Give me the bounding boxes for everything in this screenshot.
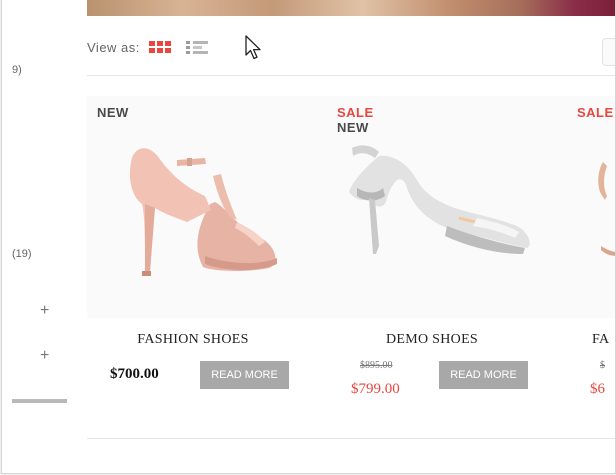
sale-badge: SALE <box>337 105 374 120</box>
product-image[interactable] <box>87 96 327 318</box>
product-card[interactable]: NEW FASHION SHOES $700.00 READ MORE <box>87 96 327 426</box>
page-frame: 9) (19) + + View as: NEW FASHION SHOES $… <box>1 0 616 474</box>
old-price: $ <box>600 360 605 371</box>
partial-shoe-image <box>598 162 615 256</box>
product-card[interactable]: SALE NEW DEMO SHOES $895.00 $799.00 READ… <box>327 96 567 426</box>
new-badge: NEW <box>337 120 369 135</box>
sale-price: $799.00 <box>351 381 400 397</box>
product-name[interactable]: DEMO SHOES <box>312 332 552 348</box>
category-banner-image <box>87 0 615 16</box>
product-price: $700.00 <box>110 366 159 382</box>
sale-price: $6 <box>590 381 605 397</box>
list-view-icon[interactable] <box>185 40 208 54</box>
sidebar-expand-icon[interactable]: + <box>40 303 49 319</box>
read-more-button[interactable]: READ MORE <box>439 361 528 389</box>
read-more-button[interactable]: READ MORE <box>200 361 289 389</box>
sidebar-category-count[interactable]: 9) <box>12 64 22 76</box>
pink-heel-shoe-image <box>129 148 277 276</box>
sidebar-expand-icon[interactable]: + <box>40 348 49 364</box>
product-card[interactable]: SALE FA $ $6 <box>567 96 615 426</box>
divider <box>87 75 615 76</box>
old-price: $895.00 <box>360 360 393 371</box>
sale-badge: SALE <box>577 105 614 120</box>
product-name[interactable]: FASHION SHOES <box>73 332 313 348</box>
new-badge: NEW <box>97 105 129 120</box>
view-mode-toolbar: View as: <box>87 33 208 61</box>
divider <box>87 438 615 439</box>
sidebar-scrollbar[interactable] <box>12 399 67 403</box>
mouse-cursor-icon <box>245 35 261 60</box>
toolbar-edge-control <box>602 38 615 66</box>
view-as-label: View as: <box>87 39 140 55</box>
product-image[interactable] <box>567 96 615 318</box>
grid-view-icon[interactable] <box>148 41 171 53</box>
product-name[interactable]: FA <box>592 332 615 348</box>
sidebar-category-count[interactable]: (19) <box>12 248 32 260</box>
